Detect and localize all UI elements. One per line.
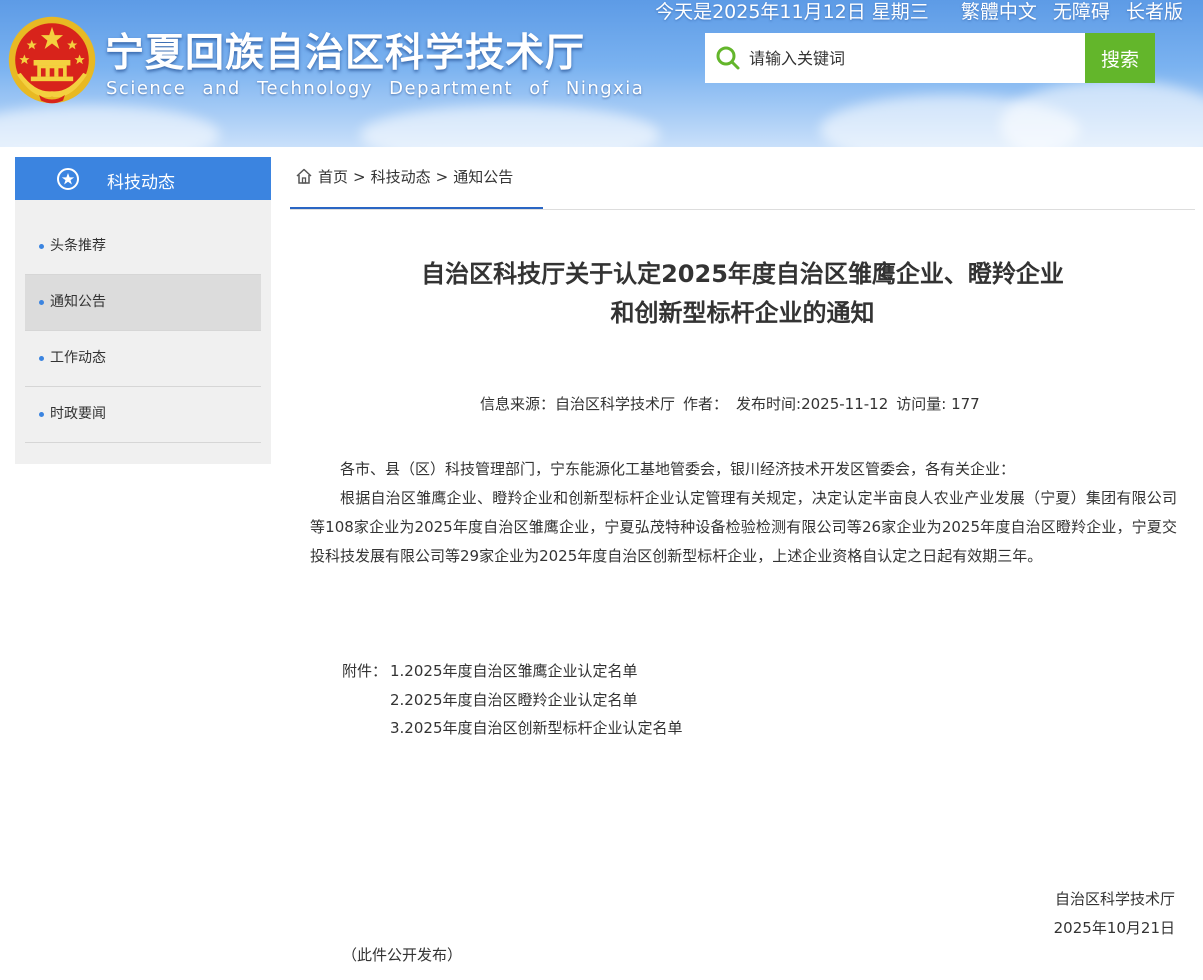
article-body: 各市、县（区）科技管理部门，宁东能源化工基地管委会，银川经济技术开发区管委会，各… xyxy=(310,455,1177,571)
attachment-label: 附件： xyxy=(342,662,388,680)
breadcrumb: 首页 > 科技动态 > 通知公告 xyxy=(295,166,513,187)
star-badge-icon xyxy=(57,168,79,190)
search-box xyxy=(705,33,1085,83)
search-input[interactable] xyxy=(749,33,1079,83)
meta-author: 作者： xyxy=(683,395,729,413)
article-paragraph: 各市、县（区）科技管理部门，宁东能源化工基地管委会，银川经济技术开发区管委会，各… xyxy=(340,460,1016,478)
article-title-line: 和创新型标杆企业的通知 xyxy=(610,299,875,327)
attachment-link[interactable]: 1.2025年度自治区雏鹰企业认定名单 xyxy=(390,657,638,686)
signature: 自治区科学技术厅 2025年10月21日 xyxy=(1054,885,1175,943)
article-meta: 信息来源：自治区科学技术厅 作者： 发布时间:2025-11-12 访问量: 177 xyxy=(480,393,988,414)
breadcrumb-divider xyxy=(290,209,1195,210)
sidebar-item-notices[interactable]: 通知公告 xyxy=(25,275,261,331)
sidebar-title: 科技动态 xyxy=(107,173,175,193)
bullet-dot-icon xyxy=(39,356,44,361)
sidebar: 科技动态 头条推荐 通知公告 工作动态 时政要闻 xyxy=(15,157,271,464)
breadcrumb-tech-news-link[interactable]: 科技动态 xyxy=(371,168,431,186)
sidebar-item-label: 时政要闻 xyxy=(50,406,106,422)
breadcrumb-underline xyxy=(290,207,543,209)
article-title-line: 自治区科技厅关于认定2025年度自治区雏鹰企业、瞪羚企业 xyxy=(421,260,1064,288)
search-button[interactable]: 搜索 xyxy=(1085,33,1155,83)
attachment-link[interactable]: 3.2025年度自治区创新型标杆企业认定名单 xyxy=(390,714,683,743)
article-title: 自治区科技厅关于认定2025年度自治区雏鹰企业、瞪羚企业 和创新型标杆企业的通知 xyxy=(330,255,1155,333)
current-date: 今天是2025年11月12日 星期三 xyxy=(655,1,929,23)
header-cloud-decoration xyxy=(360,105,660,147)
national-emblem-icon[interactable] xyxy=(6,14,98,106)
site-subtitle: Science and Technology Department of Nin… xyxy=(106,78,645,99)
bullet-dot-icon xyxy=(39,300,44,305)
sidebar-header: 科技动态 xyxy=(15,157,271,200)
attachment-link[interactable]: 2.2025年度自治区瞪羚企业认定名单 xyxy=(390,686,638,715)
signature-org: 自治区科学技术厅 xyxy=(1054,890,1175,908)
traditional-chinese-link[interactable]: 繁體中文 xyxy=(961,1,1037,23)
breadcrumb-separator: > xyxy=(353,168,366,186)
top-links-bar: 今天是2025年11月12日 星期三 繁體中文 无障碍 长者版 xyxy=(655,0,1183,24)
breadcrumb-separator: > xyxy=(435,168,449,186)
article-paragraph: 根据自治区雏鹰企业、瞪羚企业和创新型标杆企业认定管理有关规定，决定认定半亩良人农… xyxy=(310,489,1177,565)
sidebar-item-work-news[interactable]: 工作动态 xyxy=(25,331,261,387)
meta-publish-date: 发布时间:2025-11-12 xyxy=(736,395,889,413)
header-cloud-decoration xyxy=(0,105,220,147)
sidebar-item-headline[interactable]: 头条推荐 xyxy=(25,219,261,275)
publication-note: （此件公开发布） xyxy=(342,946,463,964)
breadcrumb-notices-link[interactable]: 通知公告 xyxy=(453,168,513,186)
accessibility-link[interactable]: 无障碍 xyxy=(1053,1,1110,23)
site-header: 宁夏回族自治区科学技术厅 Science and Technology Depa… xyxy=(0,0,1203,147)
header-cloud-decoration xyxy=(1000,80,1203,147)
elderly-version-link[interactable]: 长者版 xyxy=(1126,1,1183,23)
meta-views: 访问量: 177 xyxy=(896,395,980,413)
bullet-dot-icon xyxy=(39,244,44,249)
sidebar-item-label: 工作动态 xyxy=(50,350,106,366)
home-icon xyxy=(296,168,312,184)
site-title[interactable]: 宁夏回族自治区科学技术厅 xyxy=(105,22,585,78)
sidebar-item-label: 通知公告 xyxy=(50,294,106,310)
bullet-dot-icon xyxy=(39,412,44,417)
meta-source: 信息来源：自治区科学技术厅 xyxy=(480,395,676,413)
signature-date: 2025年10月21日 xyxy=(1053,919,1175,937)
breadcrumb-home-link[interactable]: 首页 xyxy=(318,168,348,186)
search-icon xyxy=(716,46,740,70)
sidebar-item-political-news[interactable]: 时政要闻 xyxy=(25,387,261,443)
sidebar-item-label: 头条推荐 xyxy=(50,238,106,254)
